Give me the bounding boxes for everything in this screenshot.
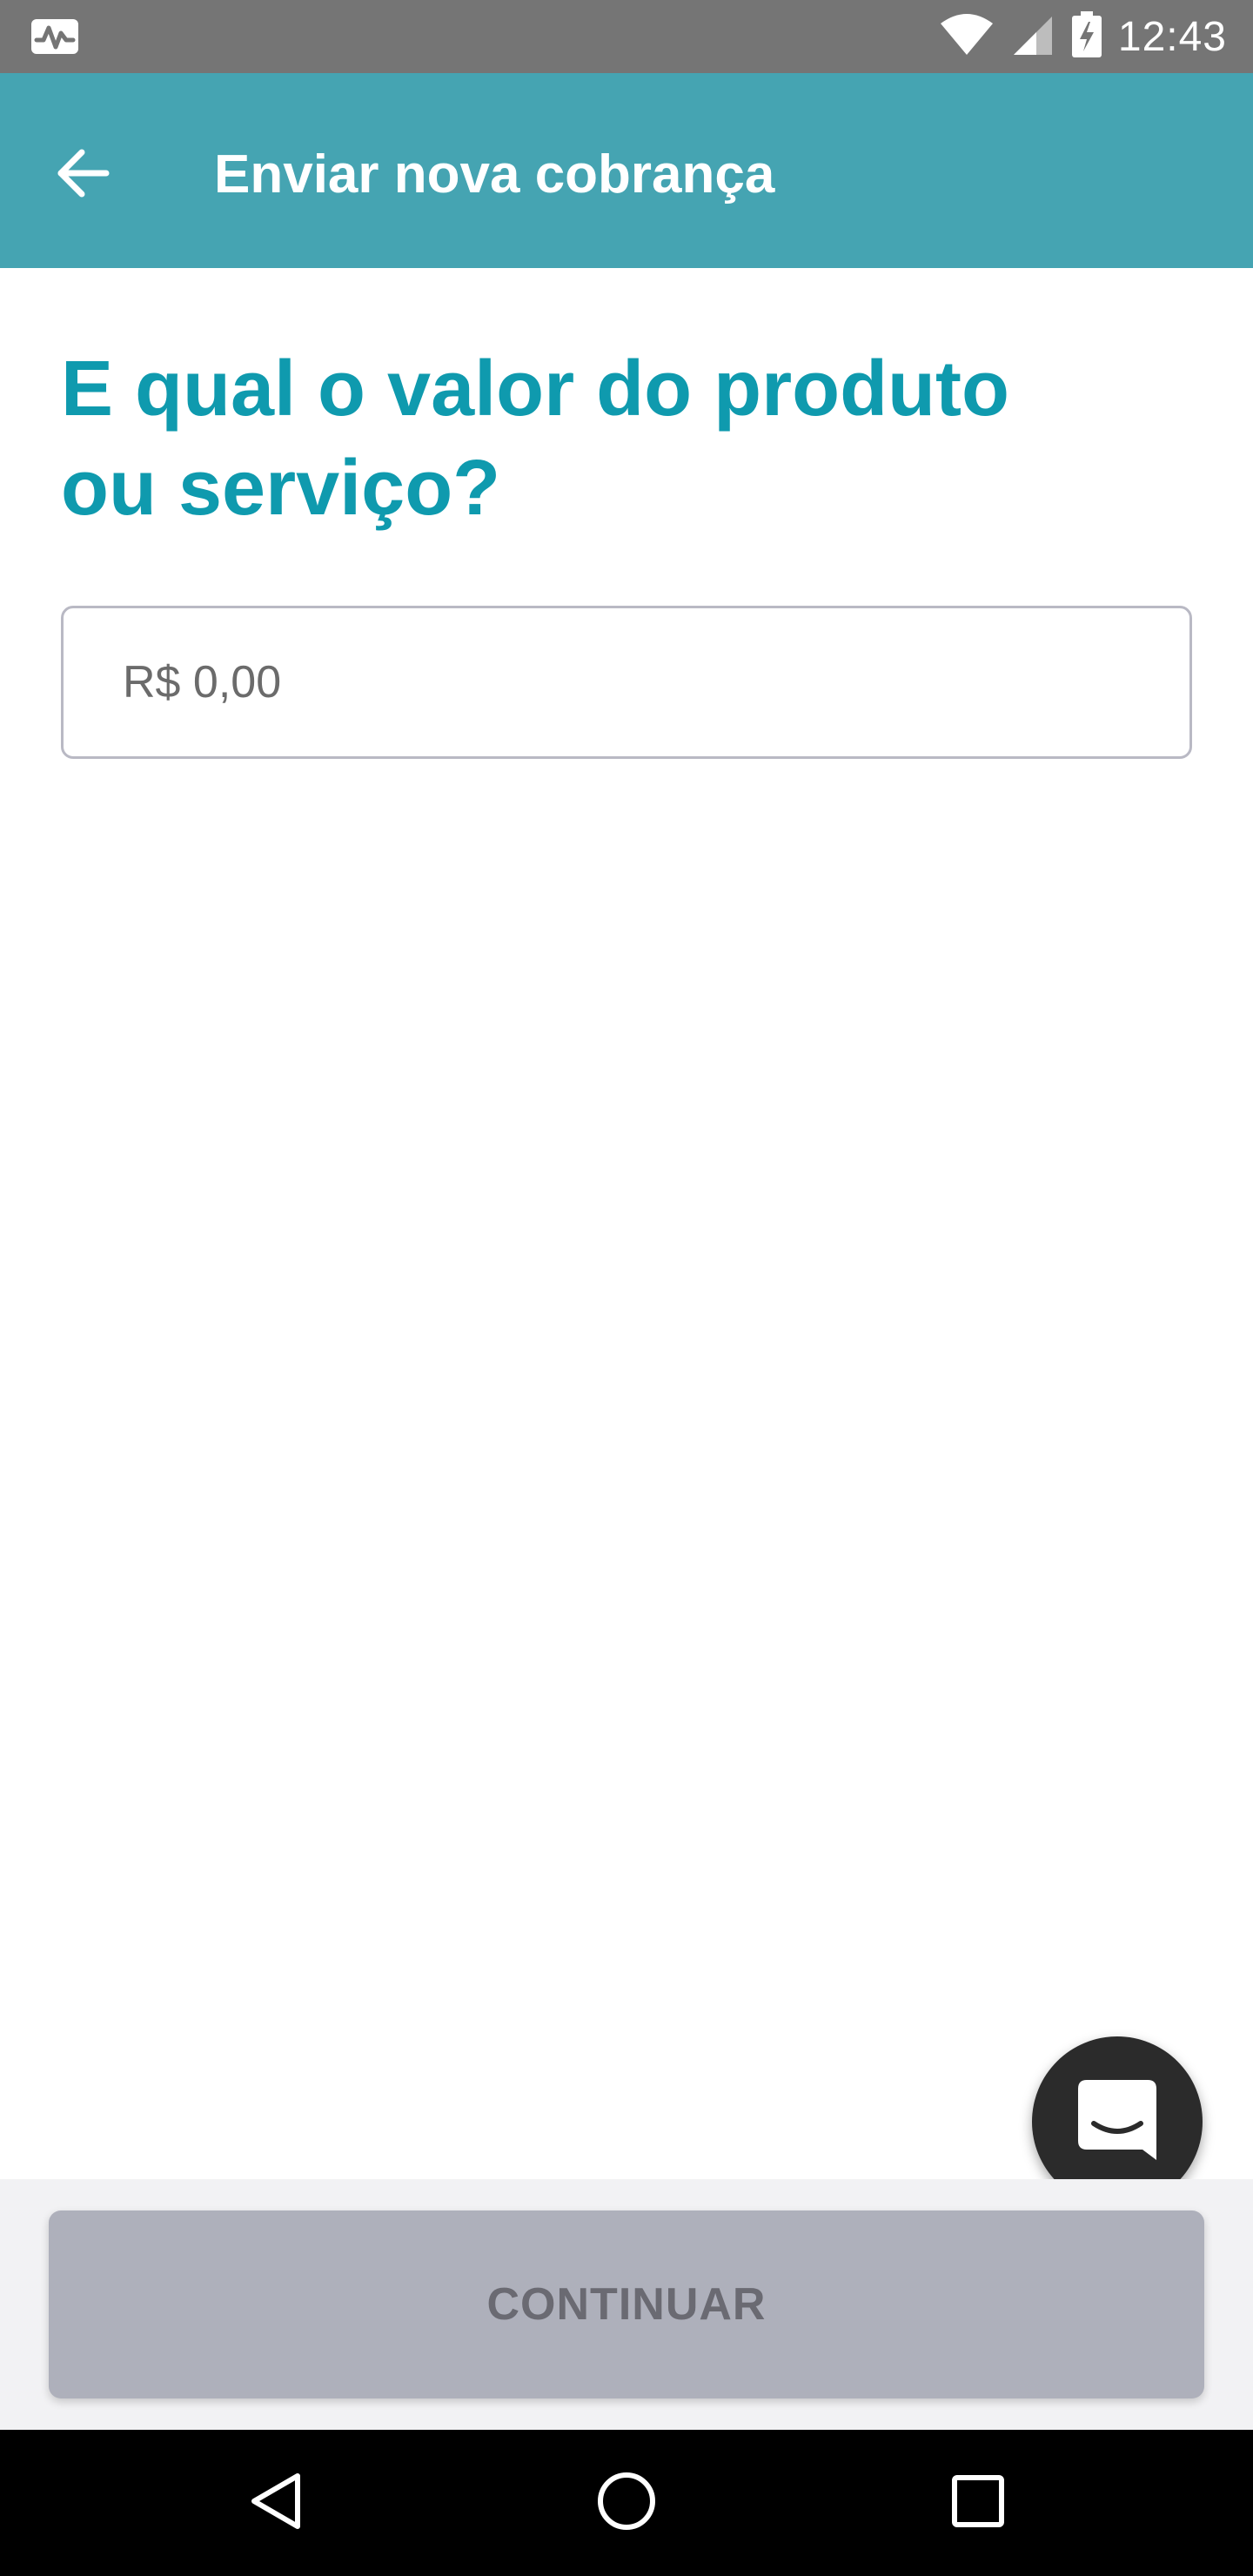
signal-icon [1010, 13, 1055, 61]
navigation-bar [0, 2430, 1253, 2576]
arrow-left-icon [56, 149, 110, 202]
question-heading: E qual o valor do produto ou serviço? [61, 345, 1009, 532]
nav-home-button[interactable] [583, 2459, 670, 2546]
value-field[interactable] [61, 606, 1192, 759]
chat-icon [1075, 2076, 1160, 2168]
battery-charging-icon [1071, 10, 1102, 63]
nav-recents-icon [951, 2474, 1005, 2532]
back-button[interactable] [44, 136, 122, 214]
page-title: Enviar nova cobrança [214, 144, 775, 205]
nav-recents-button[interactable] [935, 2459, 1022, 2546]
status-time: 12:43 [1117, 13, 1227, 60]
wifi-icon [939, 13, 995, 61]
nav-back-button[interactable] [231, 2459, 318, 2546]
nav-home-icon [596, 2471, 657, 2536]
app-bar: Enviar nova cobrança [0, 73, 1253, 268]
value-input[interactable] [123, 608, 1149, 756]
continue-button[interactable]: CONTINUAR [49, 2210, 1204, 2398]
activity-icon [30, 17, 80, 56]
nav-back-icon [247, 2471, 303, 2536]
status-bar: 12:43 [0, 0, 1253, 73]
